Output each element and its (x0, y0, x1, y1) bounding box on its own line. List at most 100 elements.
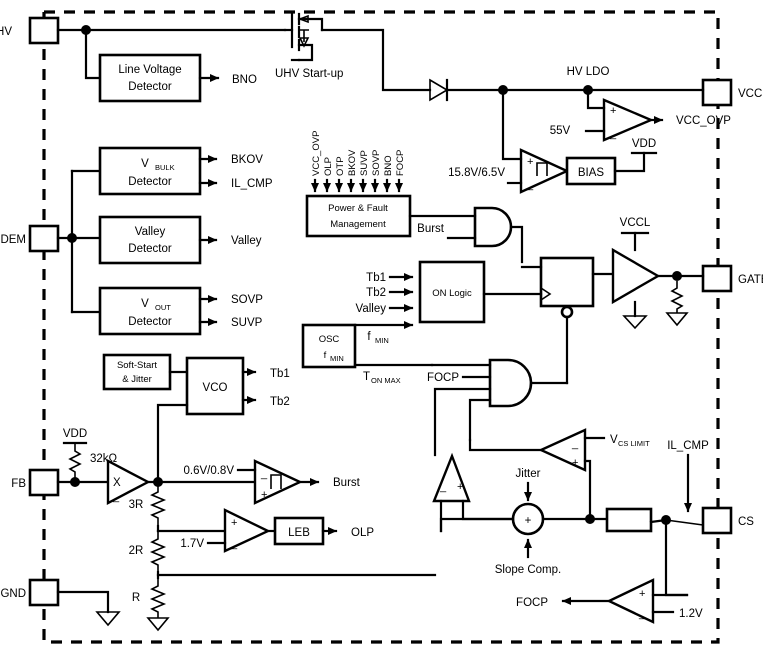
block-line1: Line Voltage (118, 64, 181, 76)
block-on-logic-label: ON Logic (432, 288, 472, 299)
block-diagram-canvas: HV DEM FB GND VCC GATE CS (0, 0, 763, 654)
cs-switch (649, 453, 704, 597)
signal-jitter: Jitter (516, 468, 541, 480)
block-osc-label: OSC (319, 334, 340, 345)
pin-label-fb: FB (11, 478, 26, 490)
res-2r-label: 2R (129, 545, 144, 557)
block-soft-start-jitter: Soft-Start & Jitter (102, 353, 189, 391)
block-line2: Detector (128, 176, 172, 188)
amp-gain-mark: X (113, 477, 121, 489)
and-gate-burst (408, 206, 524, 264)
signal-ton-max: T (363, 371, 370, 383)
pf-input-label: BNO (383, 155, 394, 176)
block-sub: OUT (155, 303, 171, 312)
pin-gnd[interactable] (28, 578, 60, 607)
cmp-plus: + (527, 156, 533, 168)
signal-tb1-vco: Tb1 (270, 368, 290, 380)
pin-gate[interactable] (701, 264, 733, 293)
block-line2: Management (330, 219, 386, 230)
dem-wires (56, 169, 102, 314)
signal-sovp: SOVP (231, 294, 263, 306)
amp-minus: _ (112, 491, 120, 503)
pin-cs[interactable] (701, 506, 733, 535)
block-line1: V (141, 158, 149, 170)
uhv-startup-mosfet (283, 12, 324, 62)
signal-tb2-vco: Tb2 (270, 396, 290, 408)
pin-dem[interactable] (28, 224, 60, 253)
res-r-label: R (132, 592, 140, 604)
pin-vcc[interactable] (701, 78, 733, 107)
signal-vcc-ovp-out: VCC_OVP (676, 115, 731, 127)
block-line2: & Jitter (122, 374, 152, 385)
ref-olp: 1.7V (180, 538, 204, 550)
res-3r-label: 3R (129, 499, 144, 511)
cmp-plus: + (572, 457, 578, 469)
signal-burst-out: Burst (333, 477, 361, 489)
cmp-minus: _ (260, 468, 268, 480)
signal-fmin: f (367, 331, 371, 343)
block-osc-line2: f (324, 350, 327, 361)
fb-resistor-ladder (146, 482, 437, 632)
pf-input-label: FOCP (395, 150, 406, 176)
cmp-minus: _ (609, 128, 617, 140)
vdd-fb-label: VDD (63, 428, 87, 440)
signal-tb1: Tb1 (366, 272, 386, 284)
block-on-logic: ON Logic (418, 260, 486, 324)
block-power-fault-management: Power & Fault Management (305, 194, 412, 238)
pin-fb[interactable] (28, 468, 60, 497)
pin-hv[interactable] (28, 16, 60, 45)
cmp-plus: + (610, 105, 616, 117)
signal-olp: OLP (351, 527, 374, 539)
cmp-plus: + (261, 489, 267, 501)
signal-valley: Valley (231, 235, 262, 247)
signal-suvp: SUVP (231, 317, 263, 329)
block-vco-label: VCO (203, 382, 228, 394)
signal-il-cmp-cs: IL_CMP (667, 440, 709, 452)
cmp-plus: + (639, 588, 645, 600)
pf-input-labels: VCC_OVP OLP OTP BKOV SUVP SOVP BNO FOCP (311, 131, 406, 176)
block-valley-detector: Valley Detector (98, 215, 202, 265)
sum-plus: + (525, 515, 532, 527)
pin-label-gate: GATE (738, 274, 763, 286)
block-leb (605, 507, 653, 533)
signal-slope-comp: Slope Comp. (495, 564, 561, 576)
gnd-symbol (56, 590, 121, 627)
block-bias-label: BIAS (578, 167, 605, 179)
signal-focp-and: FOCP (427, 372, 459, 384)
signal-tb2: Tb2 (366, 287, 386, 299)
ref-vcs-limit-sub: CS LIMIT (618, 439, 650, 448)
comparator-uvlo: + _ (501, 88, 570, 194)
signal-fmin-sub: MIN (375, 336, 389, 345)
on-logic-inputs (353, 273, 414, 329)
cmp-plus: + (457, 481, 463, 493)
pin-label-dem: DEM (0, 234, 26, 246)
hv-ldo-diode (429, 78, 705, 102)
block-sub: BULK (155, 163, 175, 172)
hv-ldo-label: HV LDO (567, 66, 610, 78)
pf-input-label: SOVP (371, 150, 382, 176)
vccl-label: VCCL (620, 217, 651, 229)
pin-label-cs: CS (738, 516, 754, 528)
block-line1: V (141, 298, 149, 310)
gate-driver (611, 231, 705, 330)
cmp-minus: _ (230, 538, 238, 550)
pf-input-label: OLP (323, 157, 334, 176)
ref-burst: 0.6V/0.8V (183, 465, 234, 477)
block-line1: Valley (135, 226, 166, 238)
block-line-voltage-detector: Line Voltage Detector (98, 53, 202, 103)
block-osc-sub2: MIN (330, 354, 344, 363)
ref-uvlo: 15.8V/6.5V (448, 167, 505, 179)
cmp-plus: + (231, 517, 237, 529)
block-line1: Soft-Start (117, 360, 157, 371)
signal-bkov: BKOV (231, 154, 263, 166)
comparator-focp: + _ (561, 578, 689, 624)
pf-input-label: OTP (335, 156, 346, 176)
block-line1: Power & Fault (328, 203, 388, 214)
uhv-startup-label: UHV Start-up (275, 68, 343, 80)
signal-bno: BNO (232, 74, 257, 86)
cmp-minus: _ (526, 179, 534, 191)
pf-input-arrows (311, 178, 403, 193)
pin-label-hv: HV (0, 26, 12, 38)
block-vco: VCO (156, 356, 257, 484)
block-line2: Detector (128, 243, 172, 255)
